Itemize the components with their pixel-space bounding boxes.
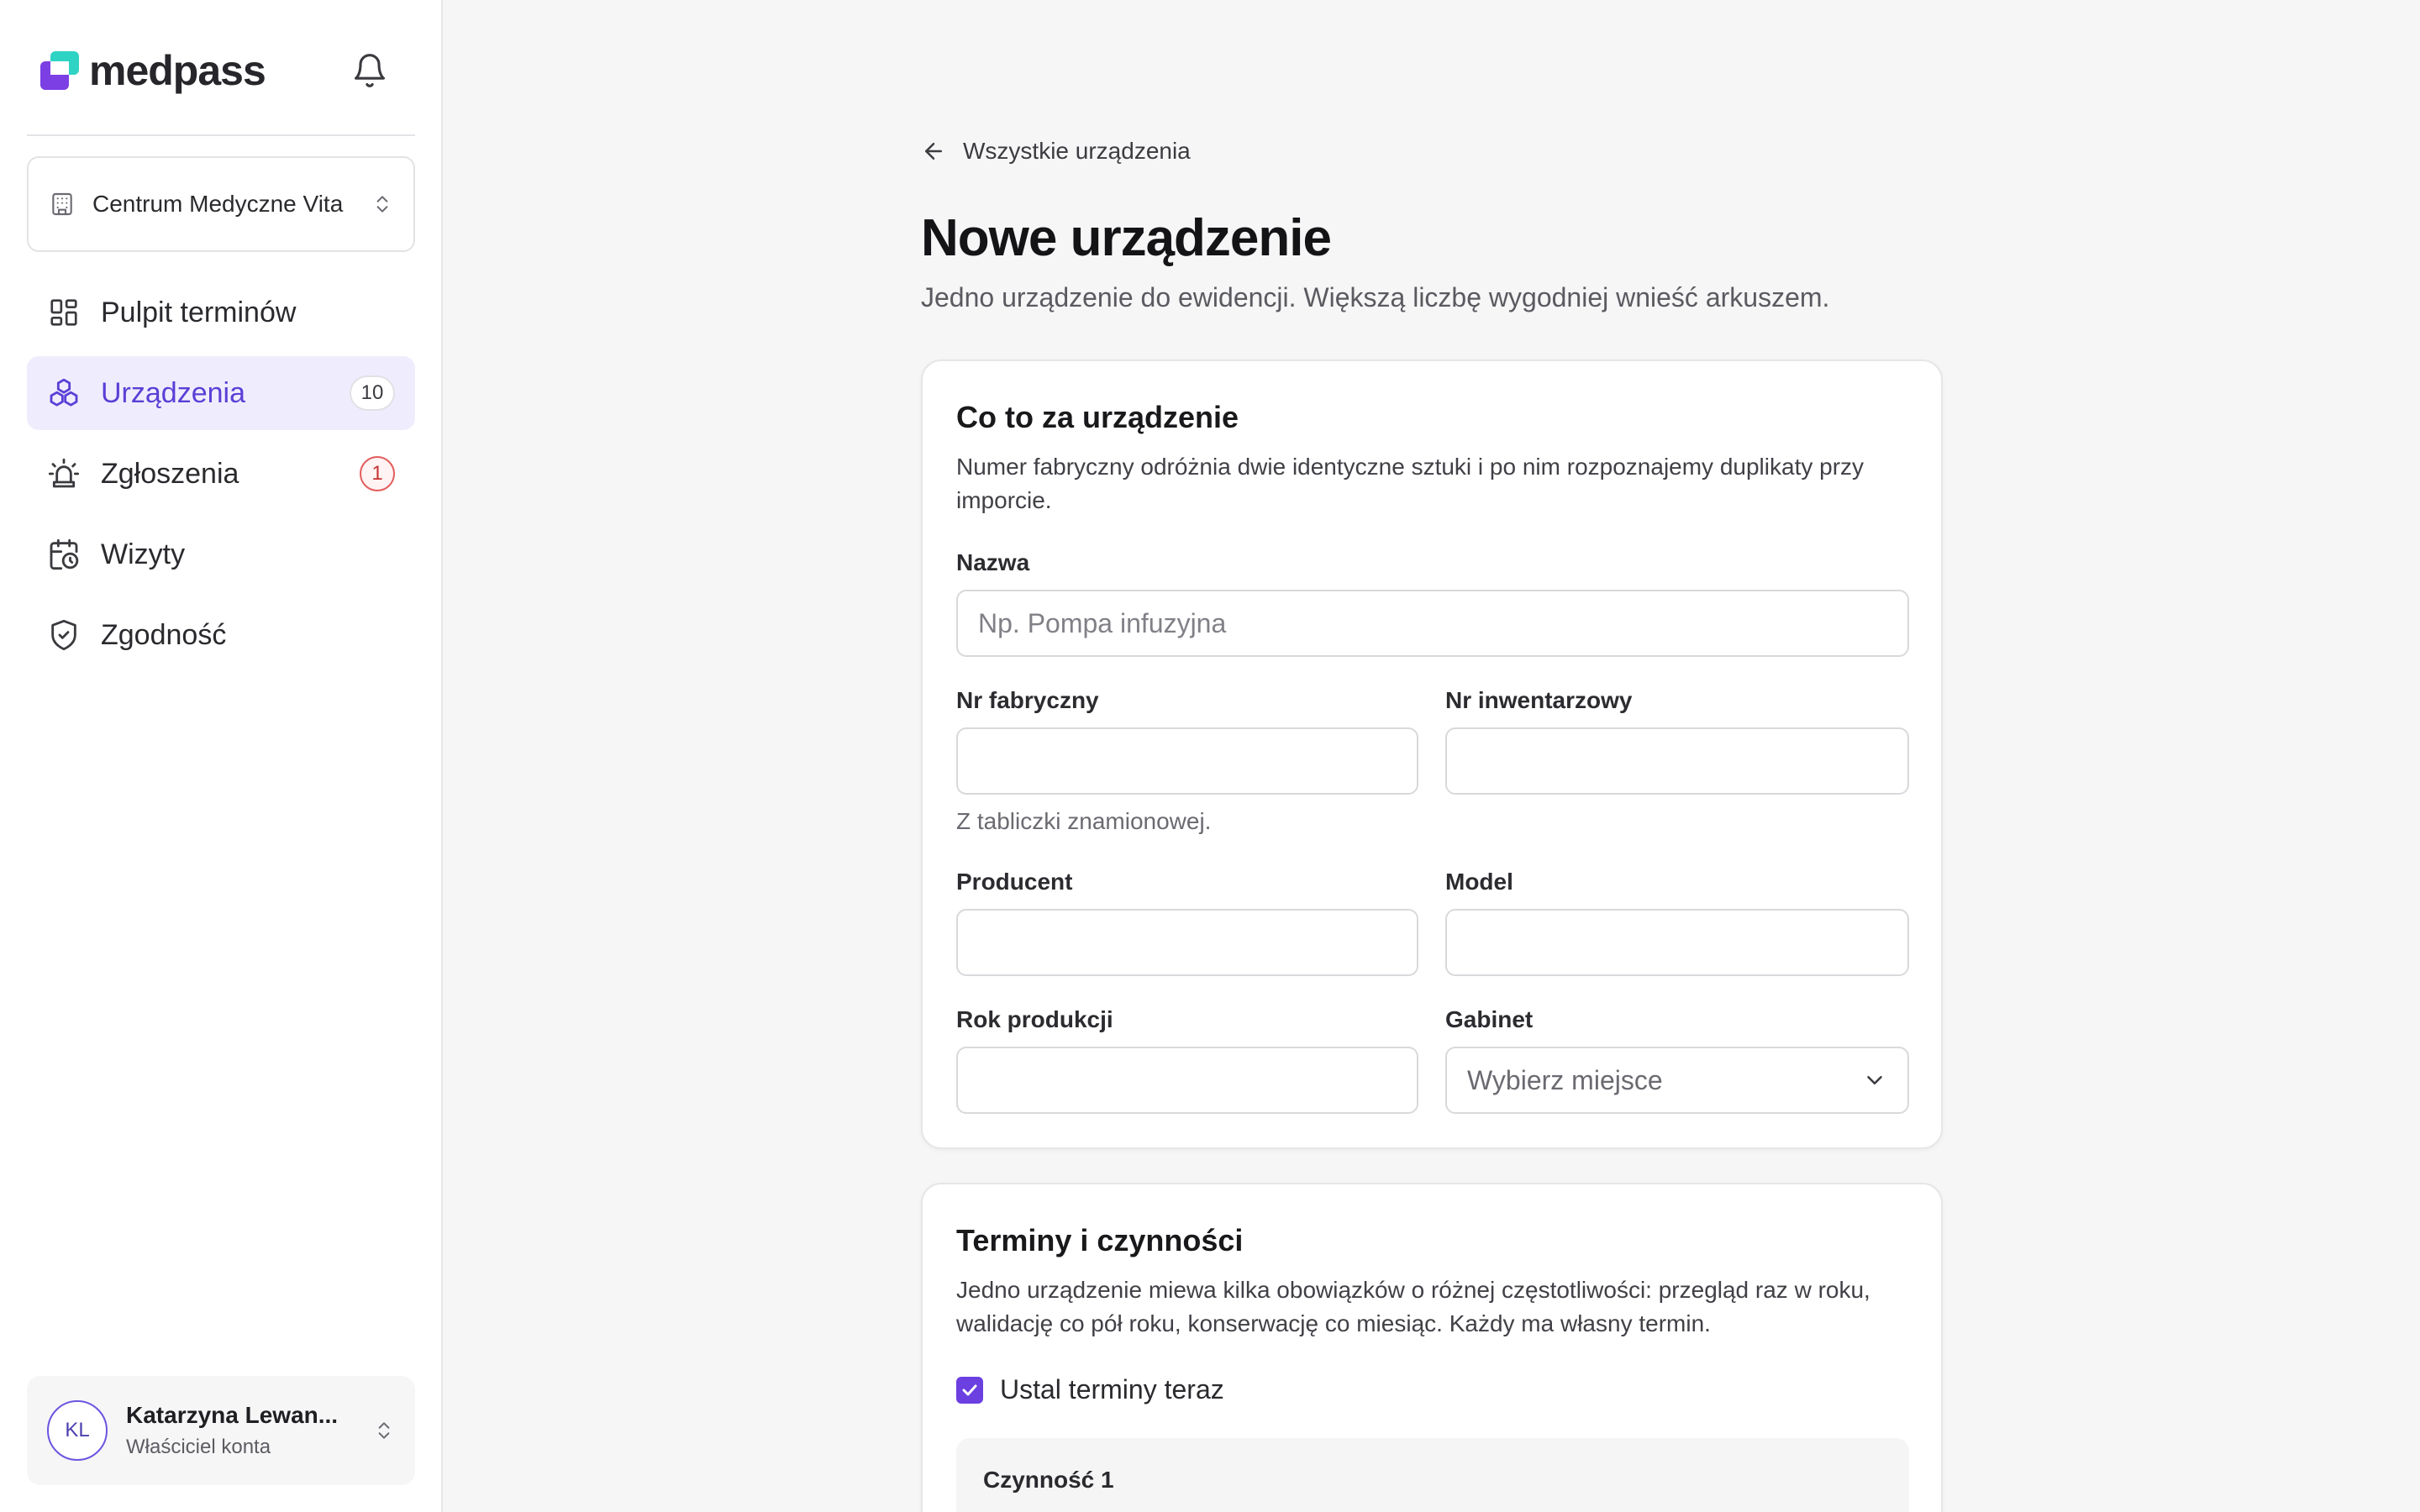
schedule-section-header: Terminy i czynności Jedno urządzenie mie… <box>956 1223 1907 1341</box>
manufacturer-input[interactable] <box>956 909 1418 976</box>
production-year-input[interactable] <box>956 1047 1418 1114</box>
model-input[interactable] <box>1445 909 1909 976</box>
back-link-label: Wszystkie urządzenia <box>963 138 1191 164</box>
chevrons-up-down-icon <box>371 190 393 218</box>
reports-alert-badge: 1 <box>360 456 395 491</box>
model-label: Model <box>1445 869 1513 895</box>
user-role: Właściciel konta <box>126 1436 271 1458</box>
section-title: Terminy i czynności <box>956 1223 1244 1257</box>
sidebar-item-label: Zgodność <box>101 618 227 651</box>
inventory-number-label: Nr inwentarzowy <box>1445 687 1633 713</box>
shield-check-icon <box>47 618 81 652</box>
serial-number-hint: Z tabliczki znamionowej. <box>956 808 1212 834</box>
sidebar-item-urzadzenia[interactable]: Urządzenia 10 <box>27 356 415 430</box>
sidebar-item-zgloszenia[interactable]: Zgłoszenia 1 <box>27 437 415 511</box>
sidebar-item-label: Pulpit terminów <box>101 296 297 328</box>
chevrons-up-down-icon <box>373 1416 395 1445</box>
medpass-logo-icon <box>39 50 81 92</box>
sidebar-item-label: Zgłoszenia <box>101 457 239 490</box>
sidebar-item-zgodnosc[interactable]: Zgodność <box>27 598 415 672</box>
schedule-card: Terminy i czynności Jedno urządzenie mie… <box>921 1183 1943 1512</box>
section-description: Jedno urządzenie miewa kilka obowiązków … <box>956 1277 1870 1336</box>
page-title: Nowe urządzenie <box>921 209 1332 267</box>
section-title: Co to za urządzenie <box>956 400 1239 434</box>
serial-number-label: Nr fabryczny <box>956 687 1099 713</box>
dashboard-icon <box>47 296 81 329</box>
checkbox-label: Ustal terminy teraz <box>1000 1374 1224 1404</box>
device-details-card: Co to za urządzenie Numer fabryczny odró… <box>921 360 1943 1149</box>
devices-icon <box>47 376 81 410</box>
activity-block: Czynność 1 <box>956 1438 1909 1512</box>
sidebar-item-label: Urządzenia <box>101 376 245 409</box>
device-name-input[interactable] <box>956 590 1909 657</box>
sidebar-item-wizyty[interactable]: Wizyty <box>27 517 415 591</box>
device-section-header: Co to za urządzenie Numer fabryczny odró… <box>956 400 1907 517</box>
room-select[interactable]: Wybierz miejsce <box>1445 1047 1909 1114</box>
calendar-clock-icon <box>47 538 81 571</box>
room-select-value: Wybierz miejsce <box>1467 1064 1663 1095</box>
checkbox-checked-icon <box>956 1376 983 1404</box>
sidebar: medpass Centrum Medyczne Vita Pulpit ter… <box>0 0 443 1512</box>
room-label: Gabinet <box>1445 1006 1534 1032</box>
section-description: Numer fabryczny odróżnia dwie identyczne… <box>956 454 1865 513</box>
sidebar-item-pulpit[interactable]: Pulpit terminów <box>27 276 415 349</box>
serial-number-input[interactable] <box>956 727 1418 795</box>
user-meta: Katarzyna Lewan... Właściciel konta <box>126 1402 373 1459</box>
user-name: Katarzyna Lewan... <box>126 1402 339 1428</box>
brand-name: medpass <box>89 47 266 94</box>
set-deadlines-checkbox[interactable]: Ustal terminy teraz <box>956 1374 1224 1405</box>
avatar: KL <box>47 1400 108 1461</box>
production-year-label: Rok produkcji <box>956 1006 1113 1032</box>
back-to-devices-link[interactable]: Wszystkie urządzenia <box>921 134 1191 168</box>
building-icon <box>49 191 76 218</box>
organization-selector[interactable]: Centrum Medyczne Vita <box>27 156 415 252</box>
arrow-left-icon <box>921 139 946 164</box>
notifications-bell-icon[interactable] <box>351 52 388 89</box>
user-account-menu[interactable]: KL Katarzyna Lewan... Właściciel konta <box>27 1376 415 1485</box>
page-subtitle: Jedno urządzenie do ewidencji. Większą l… <box>921 282 1830 312</box>
sidebar-item-label: Wizyty <box>101 538 186 570</box>
chevron-down-icon <box>1862 1068 1887 1093</box>
alarm-icon <box>47 457 81 491</box>
organization-name: Centrum Medyczne Vita <box>92 191 344 217</box>
brand-logo[interactable]: medpass <box>39 47 392 94</box>
sidebar-nav: Pulpit terminów Urządzenia 10 Zgłoszenia… <box>27 276 415 679</box>
activity-title: Czynność 1 <box>983 1467 1114 1493</box>
sidebar-divider <box>27 134 415 136</box>
manufacturer-label: Producent <box>956 869 1073 895</box>
name-label: Nazwa <box>956 549 1030 575</box>
inventory-number-input[interactable] <box>1445 727 1909 795</box>
devices-count-badge: 10 <box>350 375 395 411</box>
